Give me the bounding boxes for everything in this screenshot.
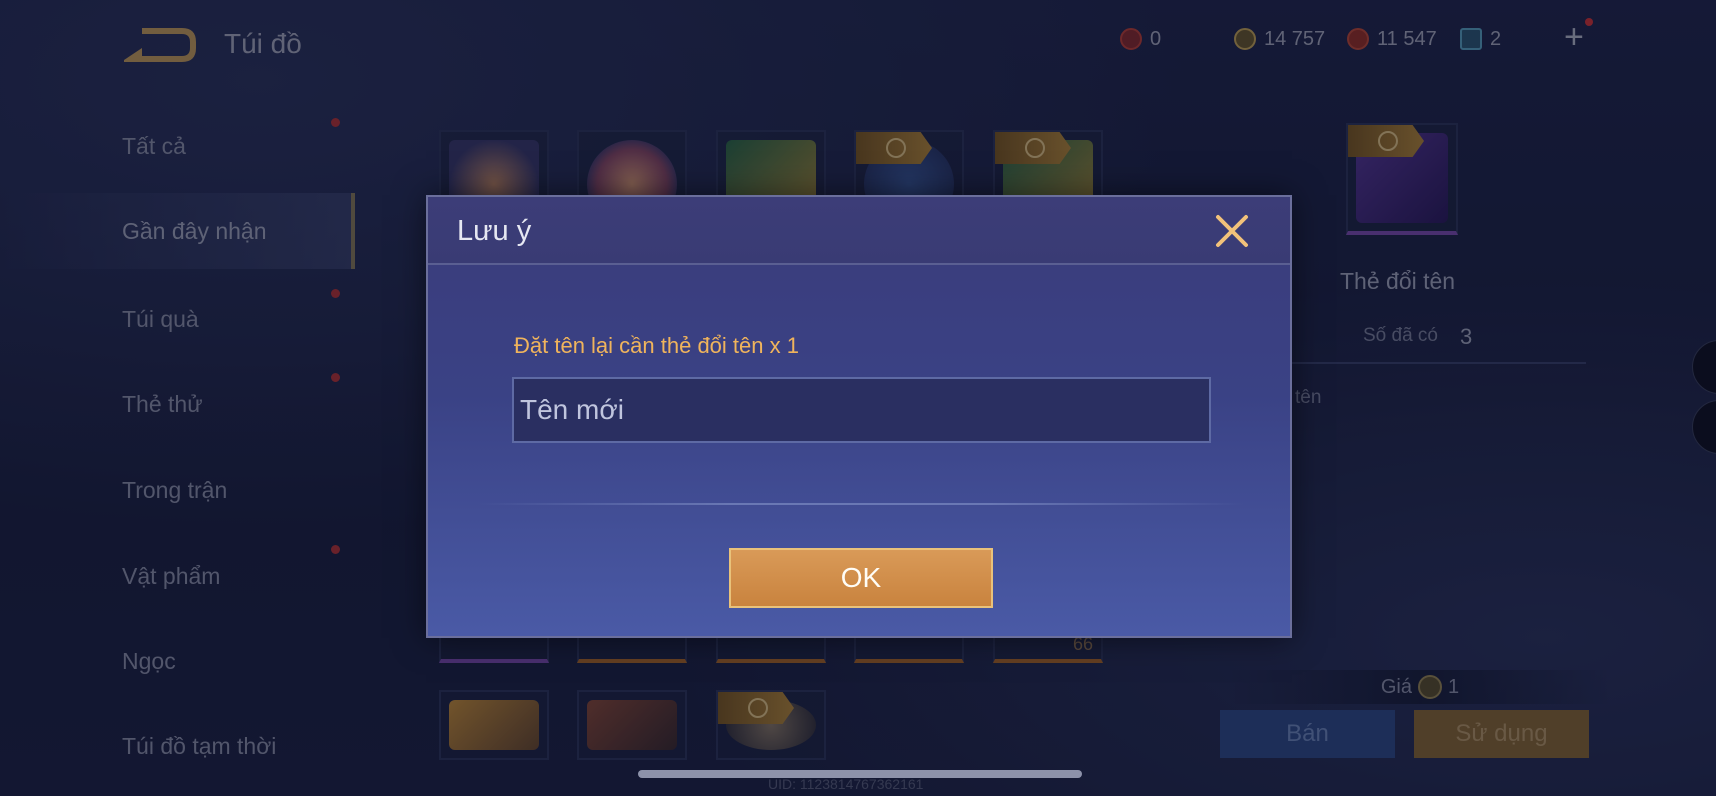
dialog-header: Lưu ý — [428, 197, 1290, 265]
rename-dialog: Lưu ý Đặt tên lại cần thẻ đổi tên x 1 OK — [426, 195, 1292, 638]
new-name-input[interactable] — [512, 377, 1211, 443]
ok-button[interactable]: OK — [729, 548, 993, 608]
rename-requirement-text: Đặt tên lại cần thẻ đổi tên x 1 — [514, 333, 799, 358]
close-icon[interactable] — [1214, 213, 1250, 249]
divider — [478, 503, 1244, 505]
dialog-title: Lưu ý — [457, 215, 532, 247]
home-indicator[interactable] — [638, 770, 1082, 778]
